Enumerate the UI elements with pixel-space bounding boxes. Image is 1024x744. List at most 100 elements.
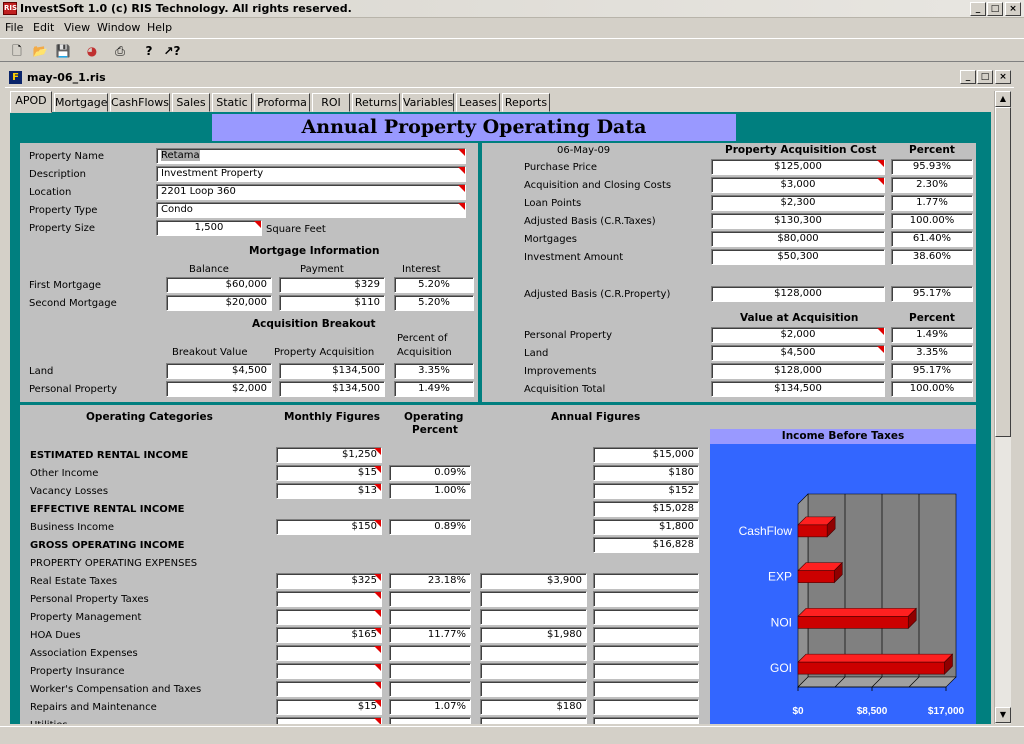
- personal-property-taxes-pct-field[interactable]: [389, 591, 471, 607]
- save-icon[interactable]: 💾: [53, 42, 73, 60]
- new-icon[interactable]: 🗋: [7, 42, 27, 60]
- repairs-and-maintenance-annual2-field[interactable]: [593, 699, 699, 715]
- tab-variables[interactable]: Variables: [402, 93, 454, 112]
- tab-cashflows[interactable]: CashFlows: [110, 93, 170, 112]
- tab-roi[interactable]: ROI: [312, 93, 350, 112]
- property-management-pct-field[interactable]: [389, 609, 471, 625]
- doc-minimize-button[interactable]: _: [960, 70, 976, 84]
- estimated-rental-income-annual2-field[interactable]: $15,000: [593, 447, 699, 463]
- business-income-pct-field[interactable]: 0.89%: [389, 519, 471, 535]
- hoa-dues-annual2-field[interactable]: [593, 627, 699, 643]
- gross-operating-income-annual2-field[interactable]: $16,828: [593, 537, 699, 553]
- doc-close-button[interactable]: ×: [995, 70, 1011, 84]
- adjusted-basis-taxes-field[interactable]: $130,300: [711, 213, 885, 229]
- menu-help[interactable]: Help: [147, 21, 172, 34]
- tab-proforma[interactable]: Proforma: [254, 93, 310, 112]
- association-expenses-pct-field[interactable]: [389, 645, 471, 661]
- vertical-scrollbar[interactable]: ▲ ▼: [994, 91, 1011, 724]
- tab-mortgage[interactable]: Mortgage: [54, 93, 108, 112]
- pp-percent-field[interactable]: 1.49%: [394, 381, 474, 397]
- adjusted-basis-property-percent[interactable]: 95.17%: [891, 286, 973, 302]
- palette-icon[interactable]: ◕: [82, 42, 102, 60]
- acquisition-total-field[interactable]: $134,500: [711, 381, 885, 397]
- estimated-rental-income-monthly-field[interactable]: $1,250: [276, 447, 382, 463]
- personal-property-taxes-monthly-field[interactable]: [276, 591, 382, 607]
- land-breakout-field[interactable]: $4,500: [166, 363, 272, 379]
- property-management-annual2-field[interactable]: [593, 609, 699, 625]
- tab-leases[interactable]: Leases: [456, 93, 500, 112]
- utilities-annual1-field[interactable]: [480, 717, 587, 724]
- personal-property-value-percent[interactable]: 1.49%: [891, 327, 973, 343]
- menu-window[interactable]: Window: [97, 21, 140, 34]
- personal-property-taxes-annual2-field[interactable]: [593, 591, 699, 607]
- mortgages-percent[interactable]: 61.40%: [891, 231, 973, 247]
- adjusted-basis-property-field[interactable]: $128,000: [711, 286, 885, 302]
- close-button[interactable]: ×: [1005, 2, 1021, 16]
- utilities-pct-field[interactable]: [389, 717, 471, 724]
- vacancy-losses-annual2-field[interactable]: $152: [593, 483, 699, 499]
- scroll-thumb[interactable]: [995, 107, 1011, 437]
- property-insurance-monthly-field[interactable]: [276, 663, 382, 679]
- tab-reports[interactable]: Reports: [502, 93, 550, 112]
- investment-amount-percent[interactable]: 38.60%: [891, 249, 973, 265]
- context-help-icon[interactable]: ↗?: [162, 42, 182, 60]
- business-income-annual2-field[interactable]: $1,800: [593, 519, 699, 535]
- utilities-annual2-field[interactable]: [593, 717, 699, 724]
- first-payment-field[interactable]: $329: [279, 277, 385, 293]
- property-insurance-annual1-field[interactable]: [480, 663, 587, 679]
- open-folder-icon[interactable]: 📂: [30, 42, 50, 60]
- improvements-field[interactable]: $128,000: [711, 363, 885, 379]
- pp-breakout-field[interactable]: $2,000: [166, 381, 272, 397]
- hoa-dues-annual1-field[interactable]: $1,980: [480, 627, 587, 643]
- hoa-dues-monthly-field[interactable]: $165: [276, 627, 382, 643]
- print-icon[interactable]: ⎙: [110, 42, 130, 60]
- improvements-percent[interactable]: 95.17%: [891, 363, 973, 379]
- second-balance-field[interactable]: $20,000: [166, 295, 272, 311]
- doc-restore-button[interactable]: □: [977, 70, 993, 84]
- first-balance-field[interactable]: $60,000: [166, 277, 272, 293]
- repairs-and-maintenance-monthly-field[interactable]: $15: [276, 699, 382, 715]
- description-field[interactable]: Investment Property: [156, 166, 466, 182]
- property-size-field[interactable]: 1,500: [156, 220, 262, 236]
- help-icon[interactable]: ?: [139, 42, 159, 60]
- menu-file[interactable]: File: [5, 21, 23, 34]
- scroll-up-button[interactable]: ▲: [995, 91, 1011, 107]
- worker-s-compensation-and-taxes-annual1-field[interactable]: [480, 681, 587, 697]
- tab-static[interactable]: Static: [212, 93, 252, 112]
- menu-view[interactable]: View: [64, 21, 90, 34]
- pp-acquisition-field[interactable]: $134,500: [279, 381, 385, 397]
- worker-s-compensation-and-taxes-monthly-field[interactable]: [276, 681, 382, 697]
- acquisition-total-percent[interactable]: 100.00%: [891, 381, 973, 397]
- personal-property-taxes-annual1-field[interactable]: [480, 591, 587, 607]
- real-estate-taxes-annual2-field[interactable]: [593, 573, 699, 589]
- property-management-annual1-field[interactable]: [480, 609, 587, 625]
- minimize-button[interactable]: _: [970, 2, 986, 16]
- purchase-price-field[interactable]: $125,000: [711, 159, 885, 175]
- property-insurance-pct-field[interactable]: [389, 663, 471, 679]
- property-type-field[interactable]: Condo: [156, 202, 466, 218]
- location-field[interactable]: 2201 Loop 360: [156, 184, 466, 200]
- land-value-field[interactable]: $4,500: [711, 345, 885, 361]
- property-management-monthly-field[interactable]: [276, 609, 382, 625]
- mortgages-field[interactable]: $80,000: [711, 231, 885, 247]
- personal-property-value-field[interactable]: $2,000: [711, 327, 885, 343]
- land-acquisition-field[interactable]: $134,500: [279, 363, 385, 379]
- vacancy-losses-monthly-field[interactable]: $13: [276, 483, 382, 499]
- loan-points-field[interactable]: $2,300: [711, 195, 885, 211]
- restore-button[interactable]: □: [987, 2, 1003, 16]
- repairs-and-maintenance-annual1-field[interactable]: $180: [480, 699, 587, 715]
- association-expenses-monthly-field[interactable]: [276, 645, 382, 661]
- other-income-annual2-field[interactable]: $180: [593, 465, 699, 481]
- first-interest-field[interactable]: 5.20%: [394, 277, 474, 293]
- real-estate-taxes-annual1-field[interactable]: $3,900: [480, 573, 587, 589]
- worker-s-compensation-and-taxes-pct-field[interactable]: [389, 681, 471, 697]
- business-income-monthly-field[interactable]: $150: [276, 519, 382, 535]
- land-percent-field[interactable]: 3.35%: [394, 363, 474, 379]
- vacancy-losses-pct-field[interactable]: 1.00%: [389, 483, 471, 499]
- closing-costs-field[interactable]: $3,000: [711, 177, 885, 193]
- repairs-and-maintenance-pct-field[interactable]: 1.07%: [389, 699, 471, 715]
- tab-sales[interactable]: Sales: [172, 93, 210, 112]
- property-insurance-annual2-field[interactable]: [593, 663, 699, 679]
- association-expenses-annual1-field[interactable]: [480, 645, 587, 661]
- second-payment-field[interactable]: $110: [279, 295, 385, 311]
